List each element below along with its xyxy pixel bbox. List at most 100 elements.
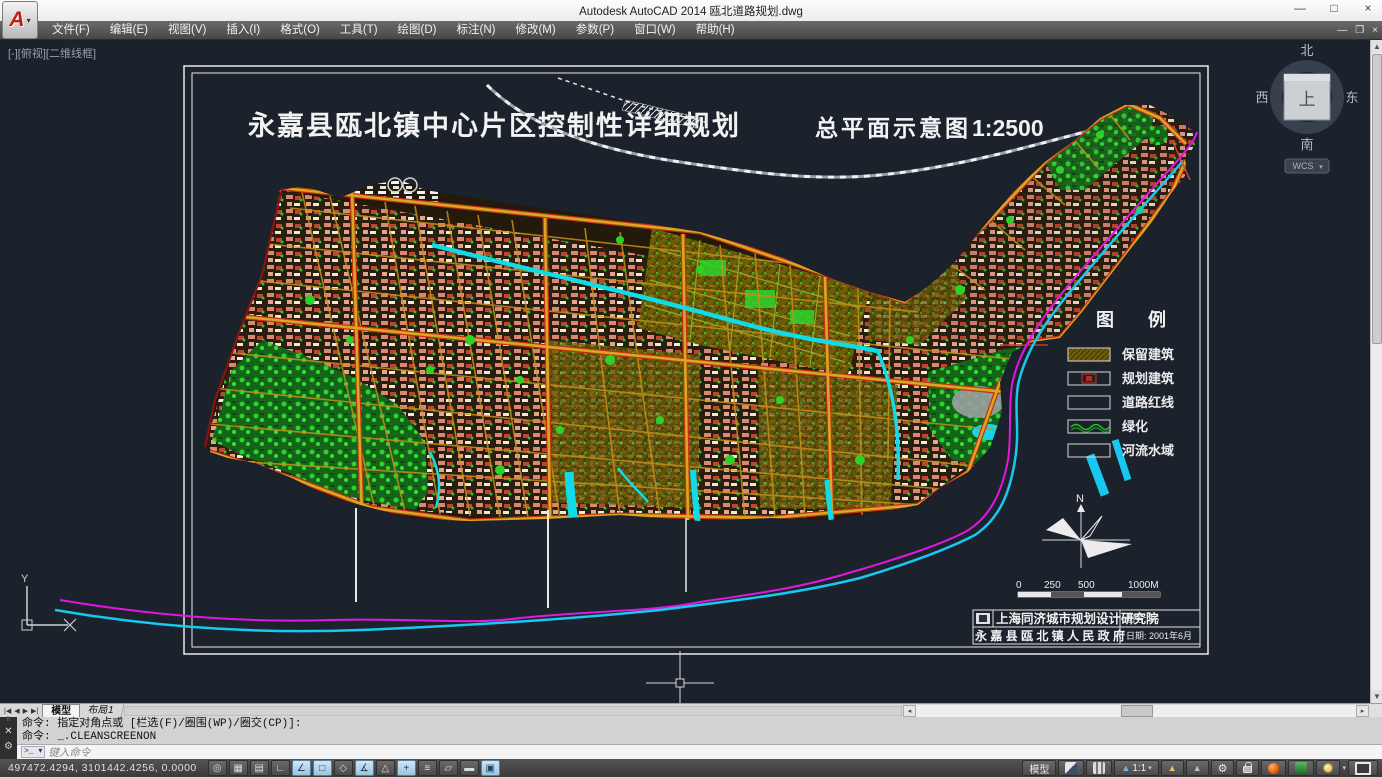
dynamic-input-toggle[interactable]: + (397, 760, 416, 776)
tab-layout1[interactable]: 布局1 (79, 704, 124, 717)
chevron-down-icon: ▾ (27, 16, 31, 25)
title-block: 上海同济城市规划设计研究院 图号: 16 永 嘉 县 瓯 北 镇 人 民 政 府… (973, 610, 1200, 644)
svg-text:图: 图 (1096, 310, 1114, 330)
infer-constraints-toggle[interactable]: ◎ (208, 760, 227, 776)
doc-restore-button[interactable]: ❐ (1355, 25, 1364, 36)
drawing-canvas[interactable]: [-][俯视][二维线框] (0, 40, 1370, 703)
command-close-icon[interactable]: ✕ (4, 726, 12, 737)
menu-edit[interactable]: 编辑(E) (100, 21, 158, 40)
object-snap-tracking-toggle[interactable]: ∡ (355, 760, 374, 776)
layout-button[interactable] (1058, 760, 1084, 776)
annotation-scale-button[interactable]: ▲ 1:1 ▾ (1114, 760, 1158, 776)
snap-mode-toggle[interactable]: ▦ (229, 760, 248, 776)
minimize-button[interactable]: — (1290, 1, 1310, 15)
annotation-visibility-button[interactable]: ▲ (1161, 760, 1184, 776)
polar-tracking-toggle[interactable]: ∠ (292, 760, 311, 776)
next-tab-button[interactable]: ▶ (22, 707, 29, 715)
status-menu-arrow[interactable]: ▾ (1342, 764, 1346, 772)
doc-close-button[interactable]: × (1372, 25, 1378, 36)
clean-screen-button[interactable] (1348, 760, 1378, 776)
maximize-button[interactable]: □ (1324, 1, 1344, 15)
annotation-autoscale-button[interactable]: ▲ (1186, 760, 1209, 776)
command-input-row[interactable]: >_ ▾ 键入命令 (17, 745, 1382, 759)
command-history-line2: 命令: _.CLEANSCREENON (22, 731, 156, 743)
grip-dots: ⠿ (6, 718, 10, 723)
command-window-grip[interactable]: ⠿ ✕ ⚙ (0, 717, 17, 759)
viewcube-east: 东 (1345, 90, 1358, 105)
lineweight-toggle[interactable]: ≡ (418, 760, 437, 776)
ui-lock-button[interactable] (1236, 760, 1259, 776)
tab-nav-buttons[interactable]: |◀ ◀ ▶ ▶| (0, 707, 42, 715)
workspace-switch-button[interactable]: ⚙ (1211, 760, 1235, 776)
model-space-button[interactable]: 模型 (1022, 760, 1056, 776)
grid-display-toggle[interactable]: ▤ (250, 760, 269, 776)
autocad-logo-icon: A (9, 8, 24, 32)
autocad-window: Autodesk AutoCAD 2014 瓯北道路规划.dwg — □ × A… (0, 0, 1382, 777)
isolate-objects-button[interactable] (1316, 760, 1340, 776)
svg-text:例: 例 (1148, 309, 1166, 330)
command-customize-icon[interactable]: ⚙ (4, 741, 13, 752)
menu-insert[interactable]: 插入(I) (216, 21, 270, 40)
scroll-down-arrow[interactable]: ▼ (1371, 690, 1382, 703)
drawing-number: 图号: 16 (1126, 614, 1159, 624)
menu-modify[interactable]: 修改(M) (505, 21, 565, 40)
ortho-mode-toggle[interactable]: ∟ (271, 760, 290, 776)
horizontal-scrollbar[interactable]: ◂ ▸ (903, 704, 1369, 718)
window-title: Autodesk AutoCAD 2014 瓯北道路规划.dwg (579, 3, 803, 19)
menu-tools[interactable]: 工具(T) (330, 21, 388, 40)
scale-bar: 0 250 500 1000M (1016, 580, 1160, 597)
tab-model[interactable]: 模型 (42, 704, 80, 717)
menu-window[interactable]: 窗口(W) (624, 21, 686, 40)
viewcube-south: 南 (1300, 137, 1313, 152)
object-snap-toggle[interactable]: □ (313, 760, 332, 776)
3d-object-snap-toggle[interactable]: ◇ (334, 760, 353, 776)
horizontal-scroll-track[interactable] (916, 705, 1356, 717)
vertical-scroll-thumb[interactable] (1372, 54, 1382, 344)
command-prompt-icon: >_ ▾ (21, 746, 45, 758)
coordinate-display[interactable]: 497472.4294, 3101442.4256, 0.0000 (0, 762, 207, 774)
performance-button[interactable] (1261, 760, 1286, 776)
viewcube[interactable]: 北 南 西 东 上 WCS ▾ (1255, 43, 1358, 173)
quick-properties-toggle[interactable]: ▬ (460, 760, 479, 776)
scroll-right-arrow[interactable]: ▸ (1356, 705, 1369, 717)
svg-text:250: 250 (1044, 580, 1061, 591)
hardware-accel-button[interactable] (1288, 760, 1314, 776)
selection-cycling-toggle[interactable]: ▣ (481, 760, 500, 776)
viewport-controls[interactable]: [-][俯视][二维线框] (8, 45, 96, 61)
menu-file[interactable]: 文件(F) (42, 21, 100, 40)
lightbulb-icon (1323, 763, 1333, 773)
doc-minimize-button[interactable]: — (1337, 25, 1347, 36)
command-history-line1: 命令: 指定对角点或 [栏选(F)/圈围(WP)/圈交(CP)]: (22, 718, 301, 730)
menu-bar: 文件(F) 编辑(E) 视图(V) 插入(I) 格式(O) 工具(T) 绘图(D… (0, 21, 1382, 40)
title-bar: Autodesk AutoCAD 2014 瓯北道路规划.dwg — □ × (0, 0, 1382, 21)
scroll-up-arrow[interactable]: ▲ (1371, 40, 1382, 53)
menu-view[interactable]: 视图(V) (158, 21, 216, 40)
performance-icon (1268, 763, 1279, 774)
prev-tab-button[interactable]: ◀ (13, 707, 20, 715)
lock-icon (1243, 766, 1252, 773)
close-button[interactable]: × (1358, 1, 1378, 15)
quick-view-layouts-button[interactable] (1086, 760, 1112, 776)
menu-parametric[interactable]: 参数(P) (566, 21, 624, 40)
dynamic-ucs-toggle[interactable]: △ (376, 760, 395, 776)
viewcube-north: 北 (1300, 43, 1313, 58)
legend-label-river: 河流水域 (1122, 443, 1174, 458)
vertical-scrollbar[interactable]: ▲ ▼ (1370, 40, 1382, 703)
menu-format[interactable]: 格式(O) (270, 21, 330, 40)
crosshair-cursor (646, 651, 714, 703)
scroll-left-arrow[interactable]: ◂ (903, 705, 916, 717)
gear-icon: ⚙ (1218, 762, 1228, 775)
command-input[interactable]: 键入命令 (48, 745, 90, 760)
command-window: ⠿ ✕ ⚙ 命令: 指定对角点或 [栏选(F)/圈围(WP)/圈交(CP)]:命… (0, 717, 1382, 759)
horizontal-scroll-thumb[interactable] (1121, 705, 1153, 717)
menu-help[interactable]: 帮助(H) (686, 21, 745, 40)
transparency-toggle[interactable]: ▱ (439, 760, 458, 776)
first-tab-button[interactable]: |◀ (3, 707, 12, 715)
menu-draw[interactable]: 绘图(D) (388, 21, 447, 40)
status-bar: 497472.4294, 3101442.4256, 0.0000 ◎ ▦ ▤ … (0, 759, 1382, 777)
command-history[interactable]: 命令: 指定对角点或 [栏选(F)/圈围(WP)/圈交(CP)]:命令: _.C… (17, 717, 1382, 745)
svg-text:N: N (1076, 493, 1084, 505)
application-menu-button[interactable]: A ▾ (2, 1, 38, 39)
last-tab-button[interactable]: ▶| (30, 707, 39, 715)
menu-dimension[interactable]: 标注(N) (447, 21, 506, 40)
